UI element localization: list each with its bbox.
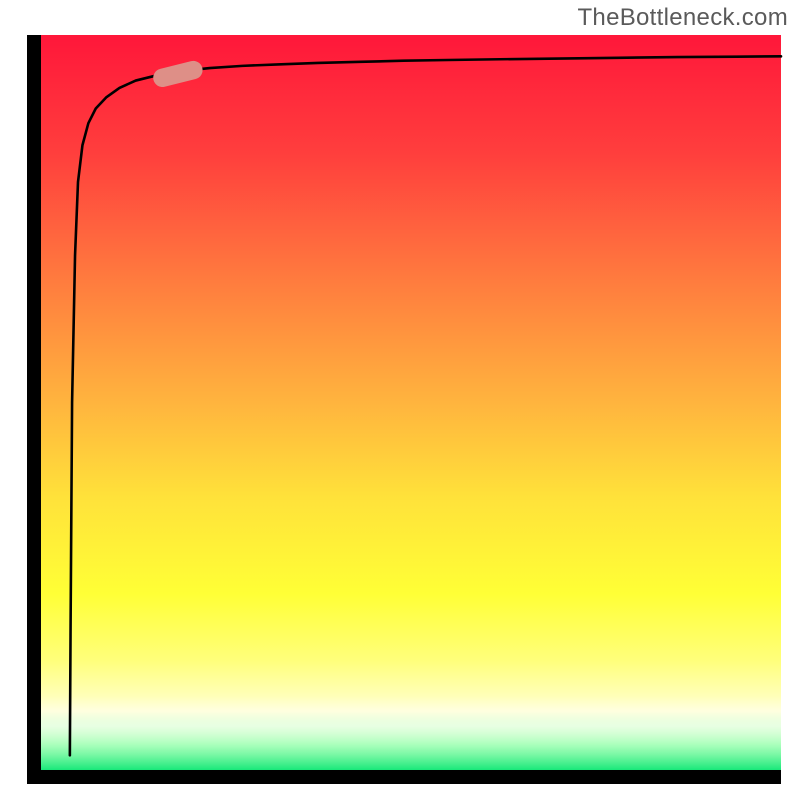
chart-stage: TheBottleneck.com (0, 0, 800, 800)
watermark-text: TheBottleneck.com (577, 4, 788, 32)
y-axis (27, 35, 41, 784)
x-axis (27, 770, 781, 784)
plot-pale-overlay (41, 35, 781, 770)
chart-svg (0, 0, 800, 800)
